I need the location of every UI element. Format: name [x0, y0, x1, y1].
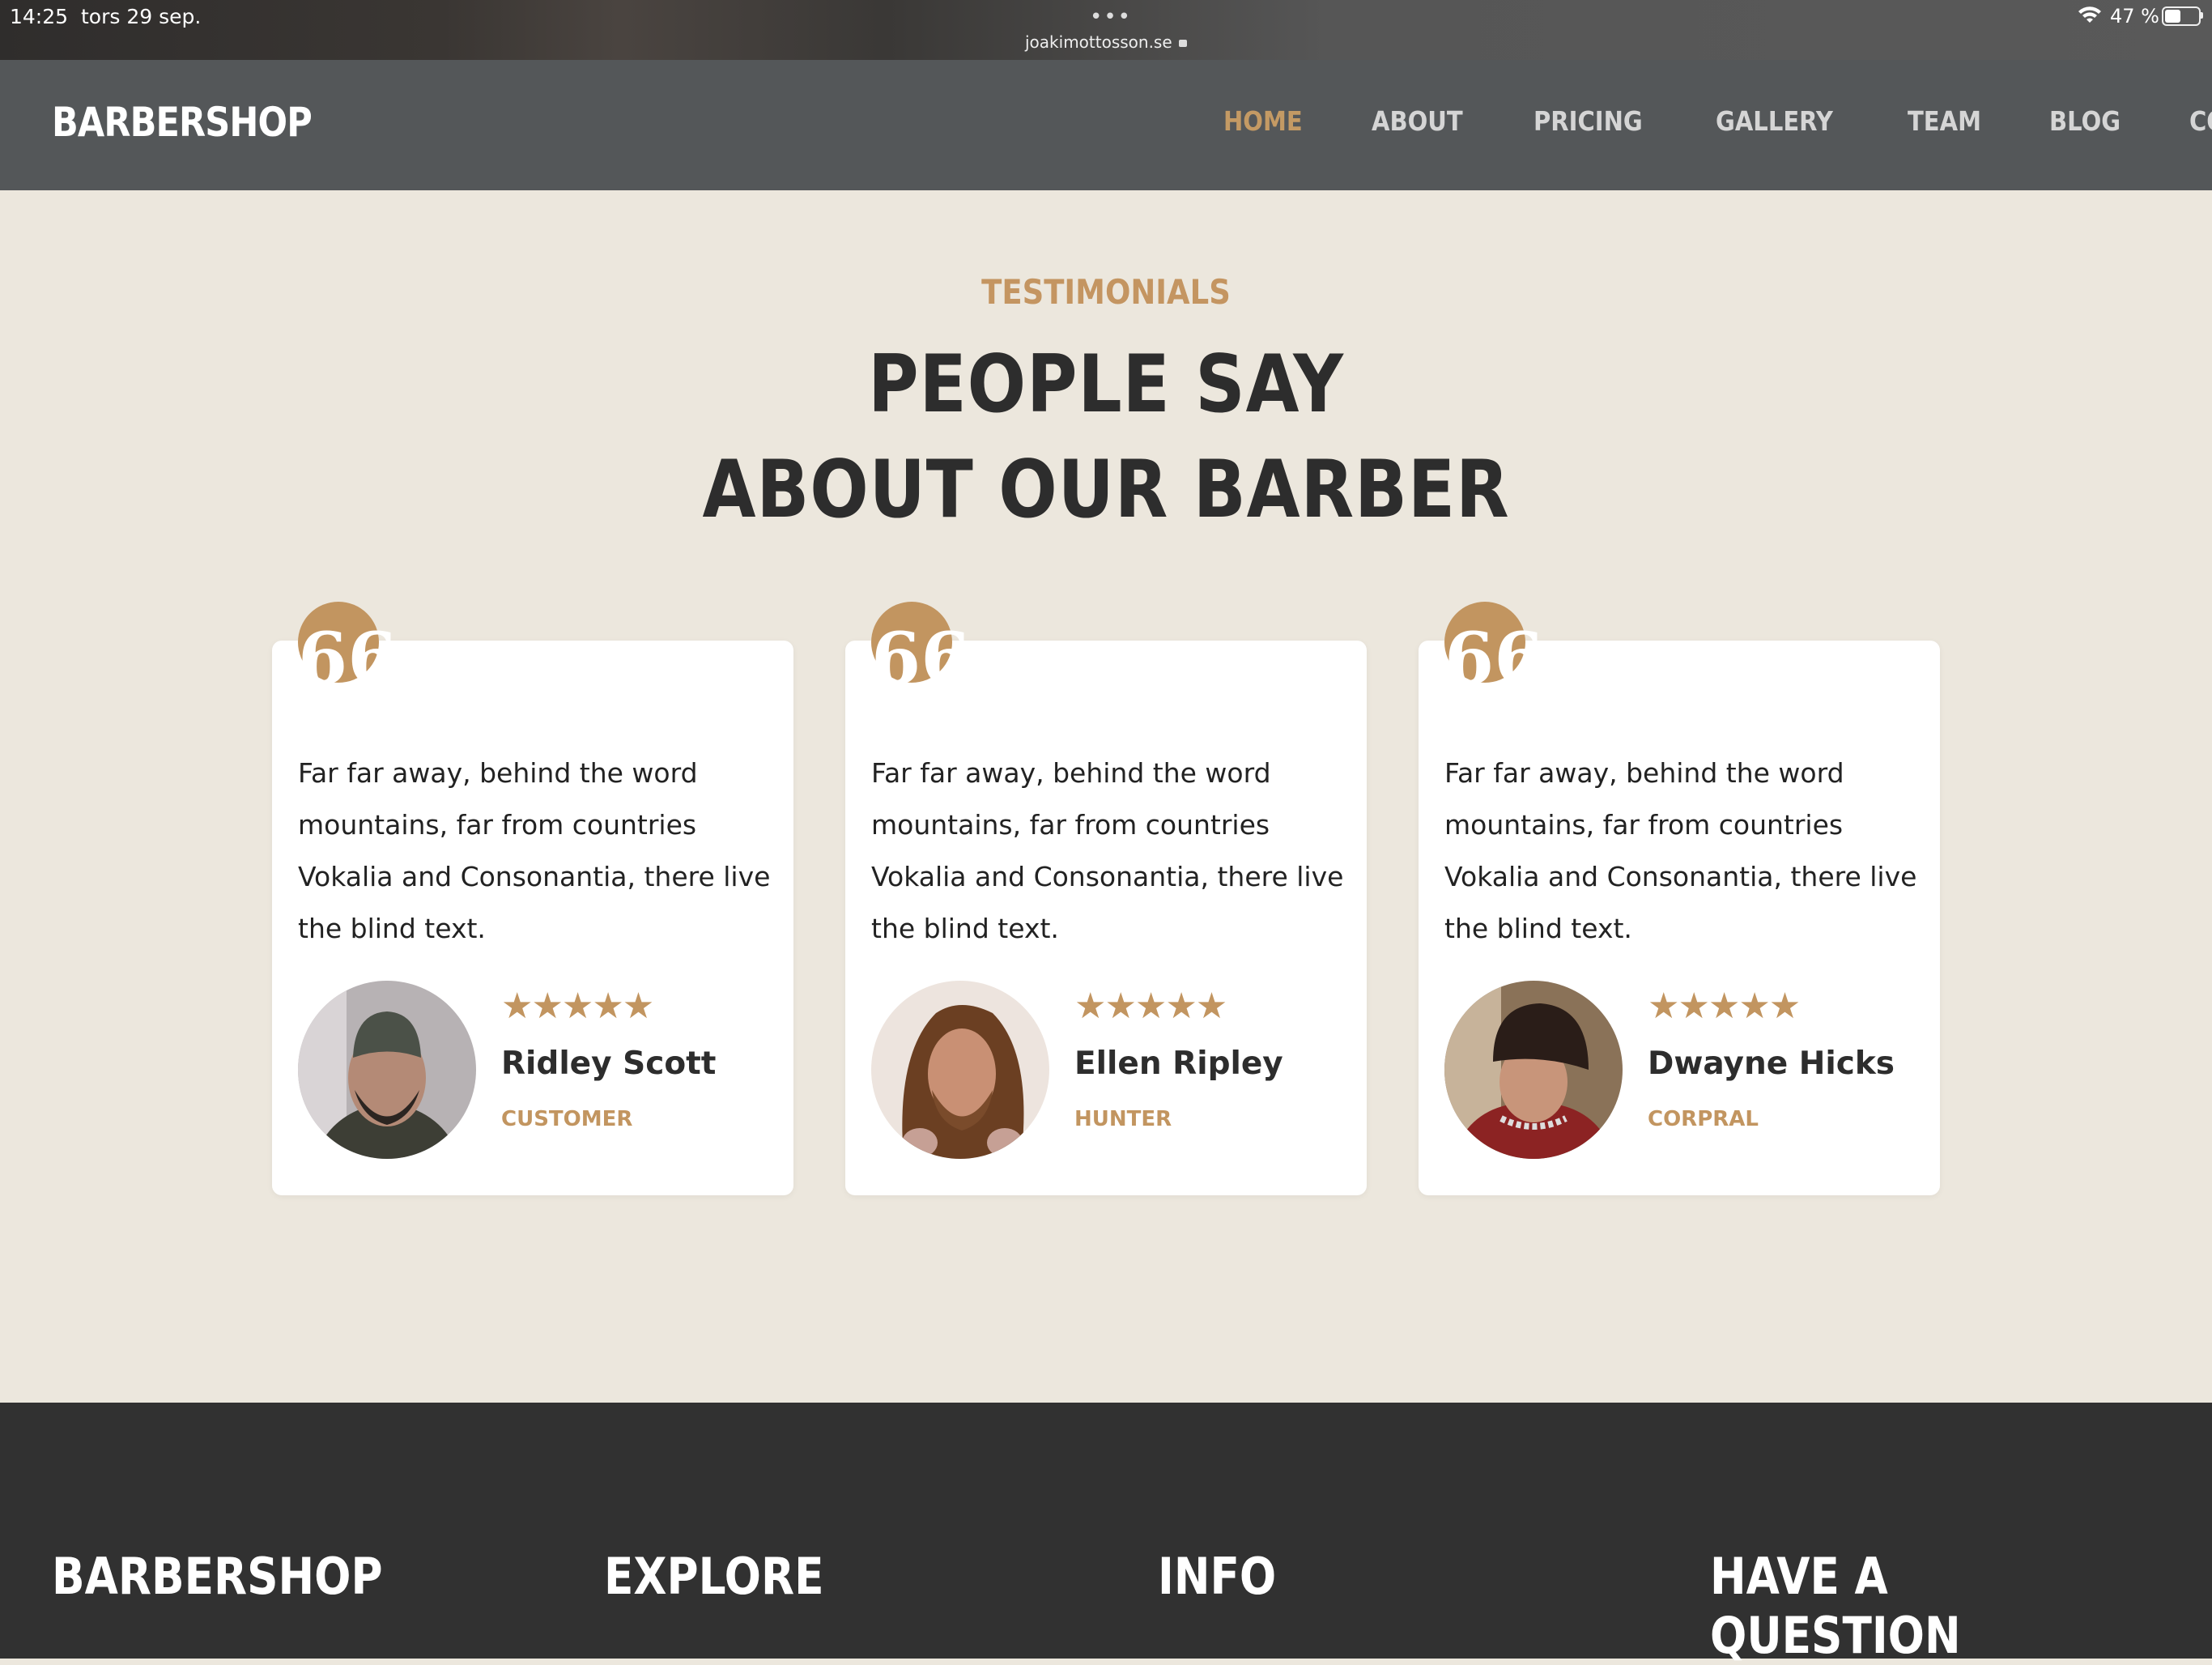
avatar [871, 981, 1049, 1159]
section-headline-line1: PEOPLE SAY [868, 339, 1344, 431]
battery-icon [2162, 6, 2201, 26]
footer-question-heading: HAVE A QUESTION [1710, 1547, 1961, 1665]
reviewer-name: Dwayne Hicks [1648, 1045, 1895, 1082]
navbar: BARBERSHOP HOME ABOUT PRICING GALLERY TE… [0, 60, 2212, 190]
avatar [1444, 981, 1623, 1159]
address-bar[interactable]: joakimottosson.se [1025, 32, 1187, 52]
testimonial-text: Far far away, behind the word mountains,… [298, 757, 771, 944]
nav-blog[interactable]: BLOG [2049, 105, 2121, 137]
quote-icon: 66 [1444, 602, 1543, 700]
quote-icon: 66 [298, 602, 397, 700]
nav-team[interactable]: TEAM [1908, 105, 1981, 137]
wifi-icon [2078, 6, 2101, 23]
section-headline-line2: ABOUT OUR BARBER [702, 444, 1510, 536]
footer-explore-heading: EXPLORE [604, 1547, 824, 1606]
reviewer-role: HUNTER [1074, 1107, 1172, 1131]
testimonial-card: 66 Far far away, behind the word mountai… [272, 602, 793, 1195]
nav-about[interactable]: ABOUT [1372, 105, 1463, 137]
reviewer-role: CUSTOMER [501, 1107, 633, 1131]
nav-contact[interactable]: CONTACT [2189, 105, 2212, 137]
avatar [298, 981, 476, 1159]
multitasking-dots-icon[interactable]: ••• [1090, 5, 1132, 29]
reviewer-name: Ellen Ripley [1074, 1045, 1283, 1082]
testimonial-text: Far far away, behind the word mountains,… [871, 757, 1344, 944]
main-menu: HOME ABOUT PRICING GALLERY TEAM BLOG CON… [1223, 105, 2212, 137]
nav-home[interactable]: HOME [1223, 105, 1303, 137]
rating-stars: ★★★★★ [501, 986, 654, 1027]
status-time: 14:25 [10, 5, 69, 28]
url-text: joakimottosson.se [1025, 32, 1172, 52]
status-date: tors 29 sep. [81, 5, 202, 28]
battery-percent: 47 % [2110, 5, 2159, 28]
nav-pricing[interactable]: PRICING [1534, 105, 1643, 137]
nav-gallery[interactable]: GALLERY [1716, 105, 1833, 137]
testimonial-card: 66 Far far away, behind the word mountai… [845, 602, 1367, 1195]
footer: BARBERSHOP EXPLORE INFO HAVE A QUESTION [0, 1403, 2212, 1665]
status-bar: 14:25 tors 29 sep. ••• joakimottosson.se… [0, 0, 2212, 60]
reviewer-role: CORPRAL [1648, 1107, 1759, 1131]
rating-stars: ★★★★★ [1648, 986, 1801, 1027]
battery-tip [2201, 12, 2203, 19]
brand-logo[interactable]: BARBERSHOP [52, 99, 313, 146]
quote-icon: 66 [871, 602, 970, 700]
testimonial-text: Far far away, behind the word mountains,… [1444, 757, 1917, 944]
footer-info-heading: INFO [1158, 1547, 1277, 1606]
reviewer-name: Ridley Scott [501, 1045, 717, 1082]
footer-brand: BARBERSHOP [52, 1547, 383, 1606]
section-subtitle: TESTIMONIALS [981, 272, 1231, 312]
lock-icon [1178, 40, 1187, 47]
rating-stars: ★★★★★ [1074, 986, 1227, 1027]
testimonial-card: 66 Far far away, behind the word mountai… [1419, 602, 1940, 1195]
